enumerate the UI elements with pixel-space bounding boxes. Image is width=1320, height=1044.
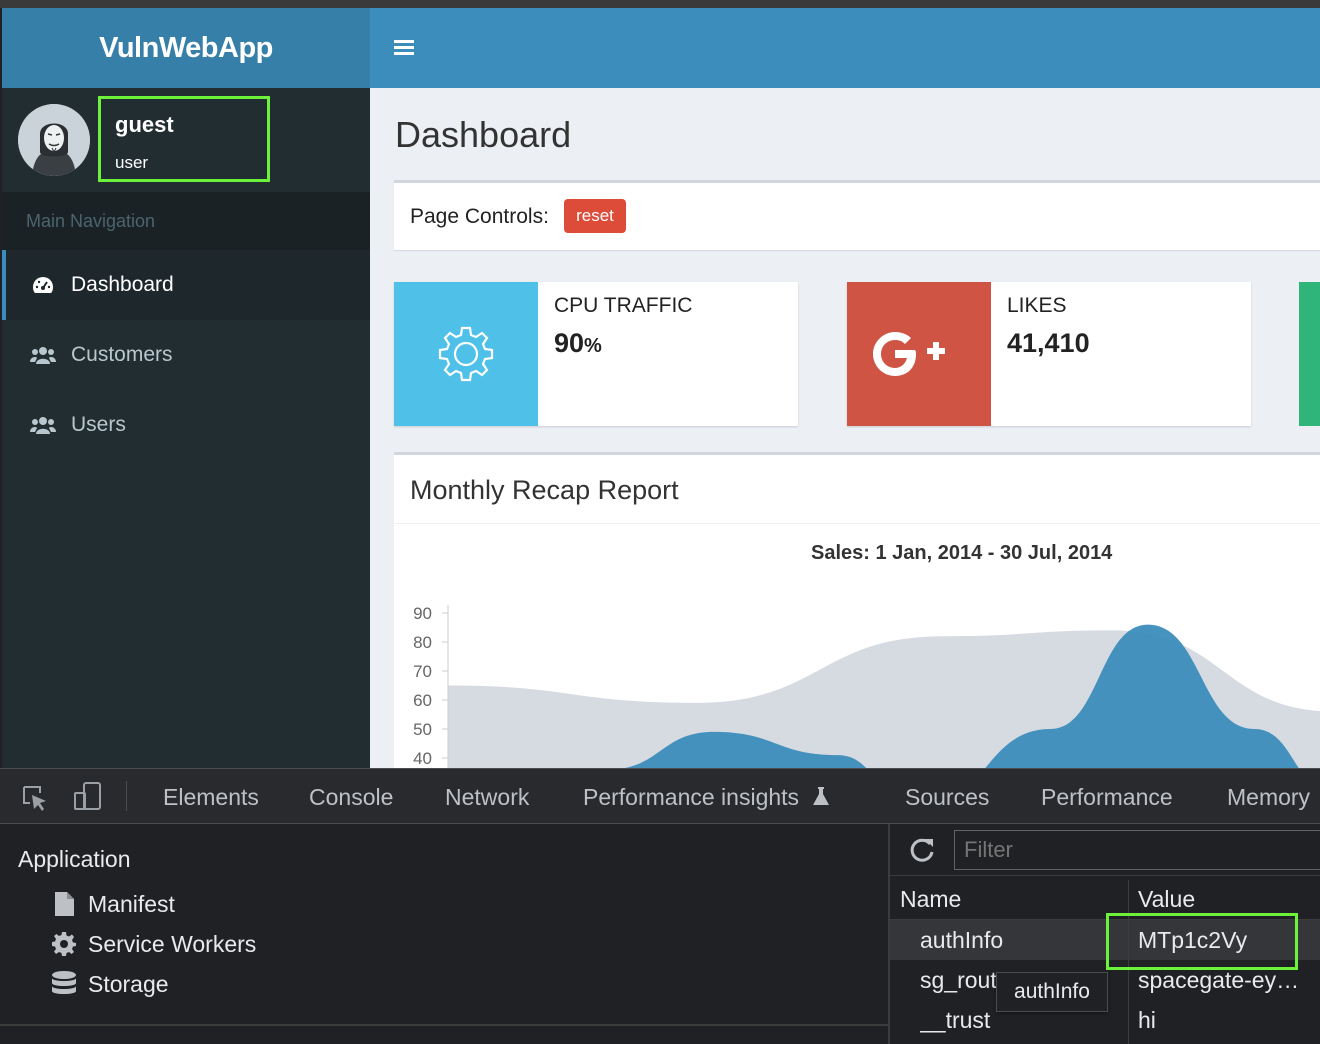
nav-header: Main Navigation [2,192,370,250]
avatar [18,104,90,176]
sidebar-item-users[interactable]: Users [2,390,370,460]
sidebar-item-dashboard[interactable]: Dashboard [2,250,370,320]
tab-elements[interactable]: Elements [163,784,259,811]
brand-logo[interactable]: VulnWebApp [2,8,370,88]
sidebar-item-label: Users [71,413,126,436]
monthly-recap-report: Monthly Recap Report Sales: 1 Jan, 2014 … [394,452,1320,768]
info-box-value: 90% [554,328,602,358]
sales-area-chart: 40 50 60 70 80 90 [413,604,1320,768]
tab-console[interactable]: Console [309,784,393,811]
tab-sources[interactable]: Sources [905,784,989,811]
hamburger-menu-icon[interactable] [394,40,414,56]
application-sidebar: Application Manifest Service Workers Sto… [0,824,888,1044]
y-tick-label: 80 [413,633,432,652]
sidebar: VulnWebApp guest user Main Navigation Da… [2,8,370,768]
tree-item-manifest[interactable]: Manifest [50,890,175,918]
flask-icon [813,787,830,805]
info-box-partial [1299,282,1320,426]
info-box-likes: LIKES 41,410 [847,282,1251,426]
devtools-panel: Elements Console Network Performance ins… [0,768,1320,1044]
gear-icon [50,930,78,958]
cell-value: spacegate-ey… [1138,967,1300,993]
y-tick-label: 90 [413,604,432,623]
main-content: Dashboard Page Controls: reset CPU TRAFF… [370,8,1320,768]
anonymous-mask-icon [18,104,90,176]
value-highlight-box [1106,913,1298,970]
device-toolbar-icon[interactable] [72,781,104,818]
users-icon [30,344,56,366]
tree-item-service-workers[interactable]: Service Workers [50,930,256,958]
info-box-label: LIKES [1007,294,1067,317]
cookie-name-tooltip: authInfo [996,972,1108,1012]
user-role: user [115,153,149,172]
sidebar-item-label: Customers [71,343,173,366]
top-header [370,8,1320,88]
reset-button[interactable]: reset [564,199,626,233]
refresh-icon[interactable] [908,836,936,869]
tab-performance[interactable]: Performance [1041,784,1173,811]
tab-memory[interactable]: Memory [1227,784,1310,811]
devtools-tab-bar: Elements Console Network Performance ins… [0,768,1320,824]
tab-network[interactable]: Network [445,784,529,811]
gear-icon [394,282,538,426]
dashboard-icon [30,274,56,296]
page-title: Dashboard [395,114,572,155]
y-tick-label: 70 [413,662,432,681]
tab-performance-insights[interactable]: Performance insights [583,784,831,811]
user-name: guest [115,112,174,137]
database-icon [50,970,78,998]
user-panel: guest user [2,88,370,192]
info-box-value: 41,410 [1007,328,1090,358]
window-top-strip [0,0,1320,8]
inspect-element-icon[interactable] [20,783,50,818]
sidebar-item-label: Dashboard [71,273,174,296]
cell-value: hi [1138,1007,1156,1033]
column-header-value[interactable]: Value [1138,886,1195,913]
y-tick-label: 60 [413,691,432,710]
page-controls-label: Page Controls: [410,205,549,228]
cell-name: authInfo [920,927,1004,953]
google-plus-icon [847,282,991,426]
y-tick-label: 50 [413,720,432,739]
column-header-name[interactable]: Name [900,886,961,913]
filter-bar [890,824,1320,876]
info-box-label: CPU TRAFFIC [554,294,693,317]
user-highlight-box: guest user [98,96,270,182]
info-box-cpu-traffic: CPU TRAFFIC 90% [394,282,798,426]
users-icon [30,414,56,436]
file-icon [50,890,78,918]
page-controls-box: Page Controls: reset [394,180,1320,250]
application-header[interactable]: Application [18,846,131,873]
y-tick-label: 40 [413,749,432,768]
sidebar-item-customers[interactable]: Customers [2,320,370,390]
filter-input[interactable] [954,830,1320,870]
tree-item-storage[interactable]: Storage [50,970,169,998]
